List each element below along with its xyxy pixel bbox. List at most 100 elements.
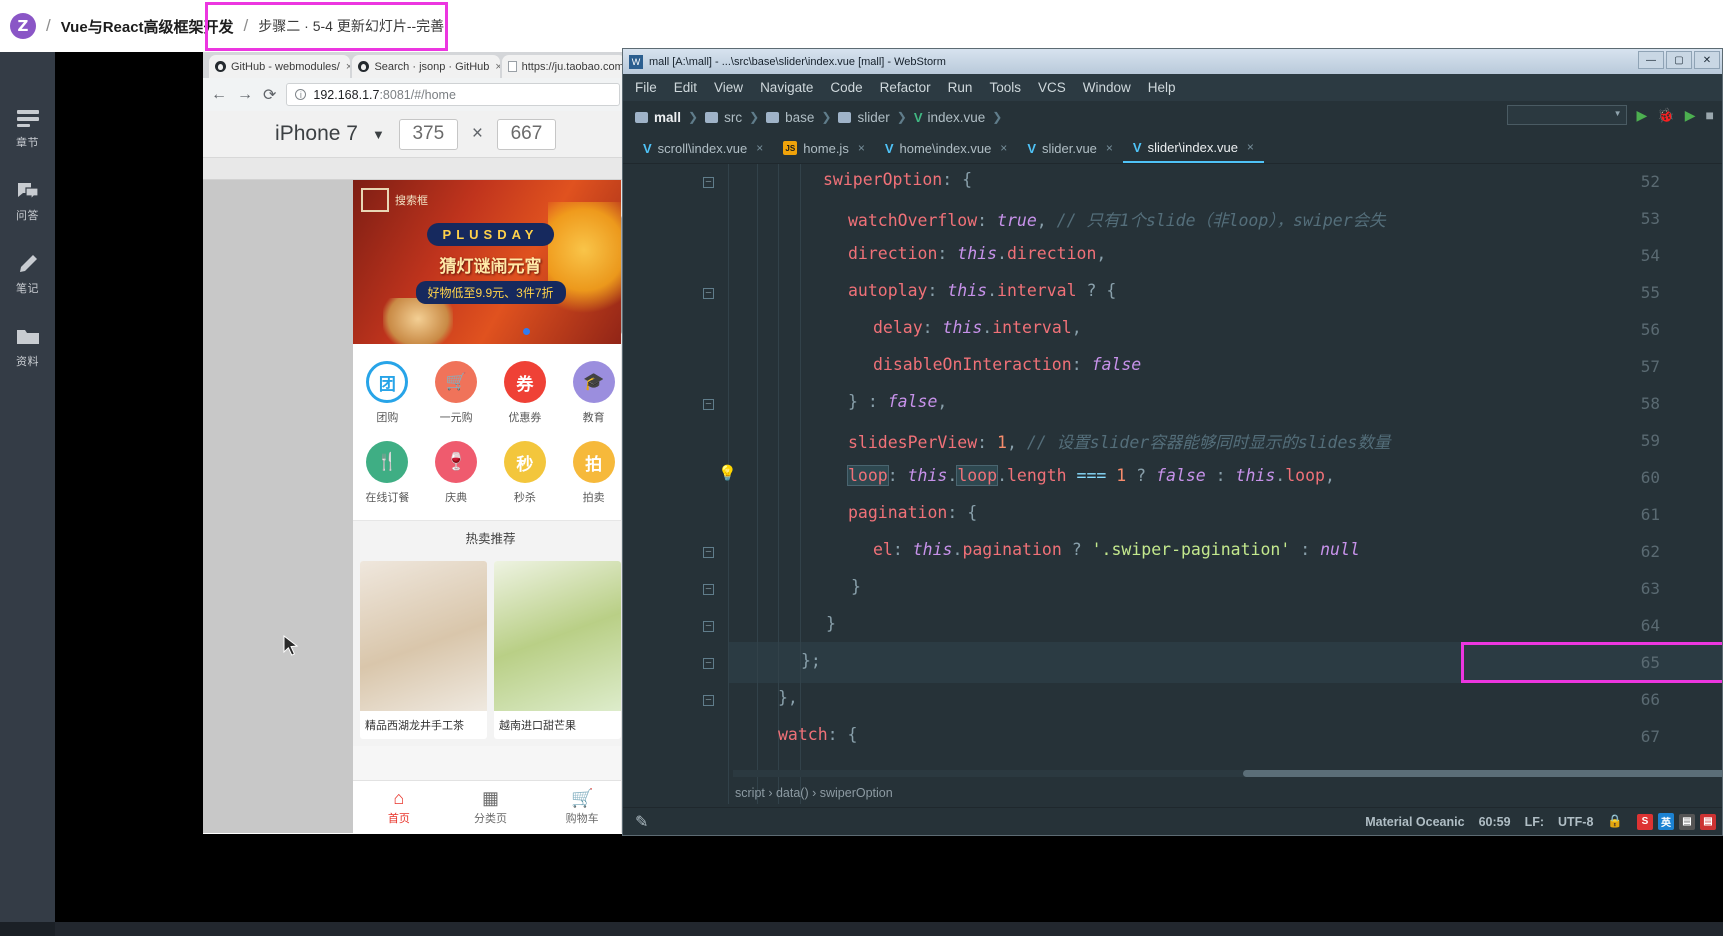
minimize-icon[interactable]: — [1638,51,1664,69]
reload-icon[interactable]: ⟳ [263,85,276,105]
site-logo-icon[interactable]: Z [10,13,36,39]
sidebar-item-notes[interactable]: 笔记 [0,253,55,296]
promo-banner[interactable]: 搜索框 PLUSDAY 猜灯谜闹元宵 好物低至9.9元、3件7折 [353,180,628,344]
navbar-item-indexvue[interactable]: V index.vue [914,110,985,125]
grid-item-tuangou[interactable]: 团 团购 [353,354,422,434]
tabbar-item-category[interactable]: ▦ 分类页 [445,781,537,833]
editor-tab-home-js[interactable]: JS home.js × [773,133,875,163]
run-icon[interactable]: ▶ [1637,107,1648,124]
tray-icon[interactable]: ▤ [1679,813,1695,830]
search-box-icon[interactable]: 搜索框 [361,188,428,212]
menu-vcs[interactable]: VCS [1038,80,1066,95]
status-encoding[interactable]: UTF-8 [1558,815,1593,829]
editor-gutter[interactable] [623,164,728,804]
stop-icon[interactable]: ■ [1706,107,1714,123]
menu-tools[interactable]: Tools [989,80,1021,95]
menu-run[interactable]: Run [948,80,973,95]
chevron-down-icon[interactable]: ▼ [372,127,385,142]
fold-marker-icon[interactable]: – [703,621,714,632]
navbar-item-src[interactable]: src [705,110,742,125]
debug-icon[interactable]: 🐞 [1657,107,1674,124]
hide-toolwindows-icon[interactable]: ✎ [635,812,648,832]
address-bar[interactable]: i 192.168.1.7 :8081/#/home [286,83,620,106]
intention-bulb-icon[interactable]: 💡 [718,464,737,482]
editor-tab-slider-vue[interactable]: V slider.vue × [1017,133,1123,163]
product-card[interactable]: 精品西湖龙井手工茶 [360,561,487,739]
menu-refactor[interactable]: Refactor [880,80,931,95]
grid-item-miaosha[interactable]: 秒 秒杀 [491,434,560,514]
sidebar-item-qa[interactable]: 问答 [0,180,55,223]
editor-hscrollbar-thumb[interactable] [1243,770,1722,777]
code-editor[interactable]: 52 53 54 55 56 57 58 59 60 61 62 63 64 6… [623,164,1722,804]
sidebar-item-chapters[interactable]: 章节 [0,107,55,150]
code-line-66: }, [778,688,798,707]
ime-icon[interactable]: S [1637,813,1653,830]
close-icon[interactable]: × [858,141,865,155]
browser-tab[interactable]: GitHub - webmodules/ × [209,55,351,78]
menu-edit[interactable]: Edit [674,80,697,95]
browser-tab-title: GitHub - webmodules/ [231,60,340,73]
tray-icon[interactable]: ▤ [1700,813,1716,830]
grid-item-qingdian[interactable]: 🍷 庆典 [422,434,491,514]
browser-tab[interactable]: https://ju.taobao.com/ [501,55,626,78]
close-icon[interactable]: × [1000,141,1007,155]
breadcrumb-lesson[interactable]: 步骤二 · 5-4 更新幻灯片--完善 [258,16,444,36]
navbar-item-slider[interactable]: slider [838,110,890,125]
fold-marker-icon[interactable]: – [703,177,714,188]
fold-marker-icon[interactable]: – [703,695,714,706]
close-icon[interactable]: × [1247,140,1254,154]
menu-navigate[interactable]: Navigate [760,80,813,95]
tabbar-item-cart[interactable]: 🛒 购物车 [536,781,628,833]
forward-icon[interactable]: → [237,86,253,104]
device-width-input[interactable]: 375 [398,118,458,150]
fold-marker-icon[interactable]: – [703,547,714,558]
sidebar-label-materials: 资料 [16,356,39,368]
grid-item-paimai[interactable]: 拍 拍卖 [559,434,628,514]
browser-tab[interactable]: Search · jsonp · GitHub × [352,55,500,78]
close-icon[interactable]: × [346,61,351,73]
product-card[interactable]: 越南进口甜芒果 [494,561,621,739]
grid-item-zaixiandingcan[interactable]: 🍴 在线订餐 [353,434,422,514]
fold-marker-icon[interactable]: – [703,288,714,299]
menu-window[interactable]: Window [1083,80,1131,95]
run-with-coverage-icon[interactable]: ▶ [1685,107,1696,124]
fold-marker-icon[interactable]: – [703,584,714,595]
grid-item-jiaoyu[interactable]: 🎓 教育 [559,354,628,434]
menu-code[interactable]: Code [830,80,862,95]
status-caret-position[interactable]: 60:59 [1479,815,1511,829]
editor-tab-home-index[interactable]: V home\index.vue × [875,133,1017,163]
breadcrumb-course[interactable]: Vue与React高级框架开发 [61,16,234,37]
menu-file[interactable]: File [635,80,657,95]
close-icon[interactable]: × [1106,141,1113,155]
run-configuration-select[interactable] [1506,105,1627,125]
device-height-input[interactable]: 667 [496,118,556,150]
navbar-label: index.vue [927,109,986,125]
sidebar-item-materials[interactable]: 资料 [0,326,55,369]
status-theme[interactable]: Material Oceanic [1365,815,1464,829]
close-icon[interactable]: × [495,61,499,73]
navbar-item-mall[interactable]: mall [635,110,681,125]
navbar-item-base[interactable]: base [766,110,814,125]
status-line-separator[interactable]: LF: [1525,815,1544,829]
ide-title-text: mall [A:\mall] - ...\src\base\slider\ind… [649,55,946,68]
ime-language-label[interactable]: 英 [1658,813,1674,830]
maximize-icon[interactable]: ▢ [1666,51,1692,69]
menu-help[interactable]: Help [1148,80,1176,95]
editor-tab-scroll-index[interactable]: V scroll\index.vue × [633,133,773,163]
close-icon[interactable]: × [756,141,763,155]
grid-item-yiyuangou[interactable]: 🛒 一元购 [422,354,491,434]
fold-marker-icon[interactable]: – [703,399,714,410]
device-name[interactable]: iPhone 7 [275,122,358,146]
lock-icon[interactable]: 🔒 [1607,814,1623,829]
menu-view[interactable]: View [714,80,743,95]
back-icon[interactable]: ← [211,86,227,104]
indent-guide [800,164,801,804]
swiper-pagination-dot[interactable] [523,328,530,335]
grid-label: 在线订餐 [365,492,410,504]
tabbar-item-home[interactable]: ⌂ 首页 [353,781,445,833]
info-icon[interactable]: i [295,89,307,100]
fold-marker-icon[interactable]: – [703,658,714,669]
editor-tab-slider-index[interactable]: V slider\index.vue × [1122,133,1264,163]
close-icon[interactable]: ✕ [1694,51,1720,69]
grid-item-youhuiquan[interactable]: 券 优惠券 [491,354,560,434]
